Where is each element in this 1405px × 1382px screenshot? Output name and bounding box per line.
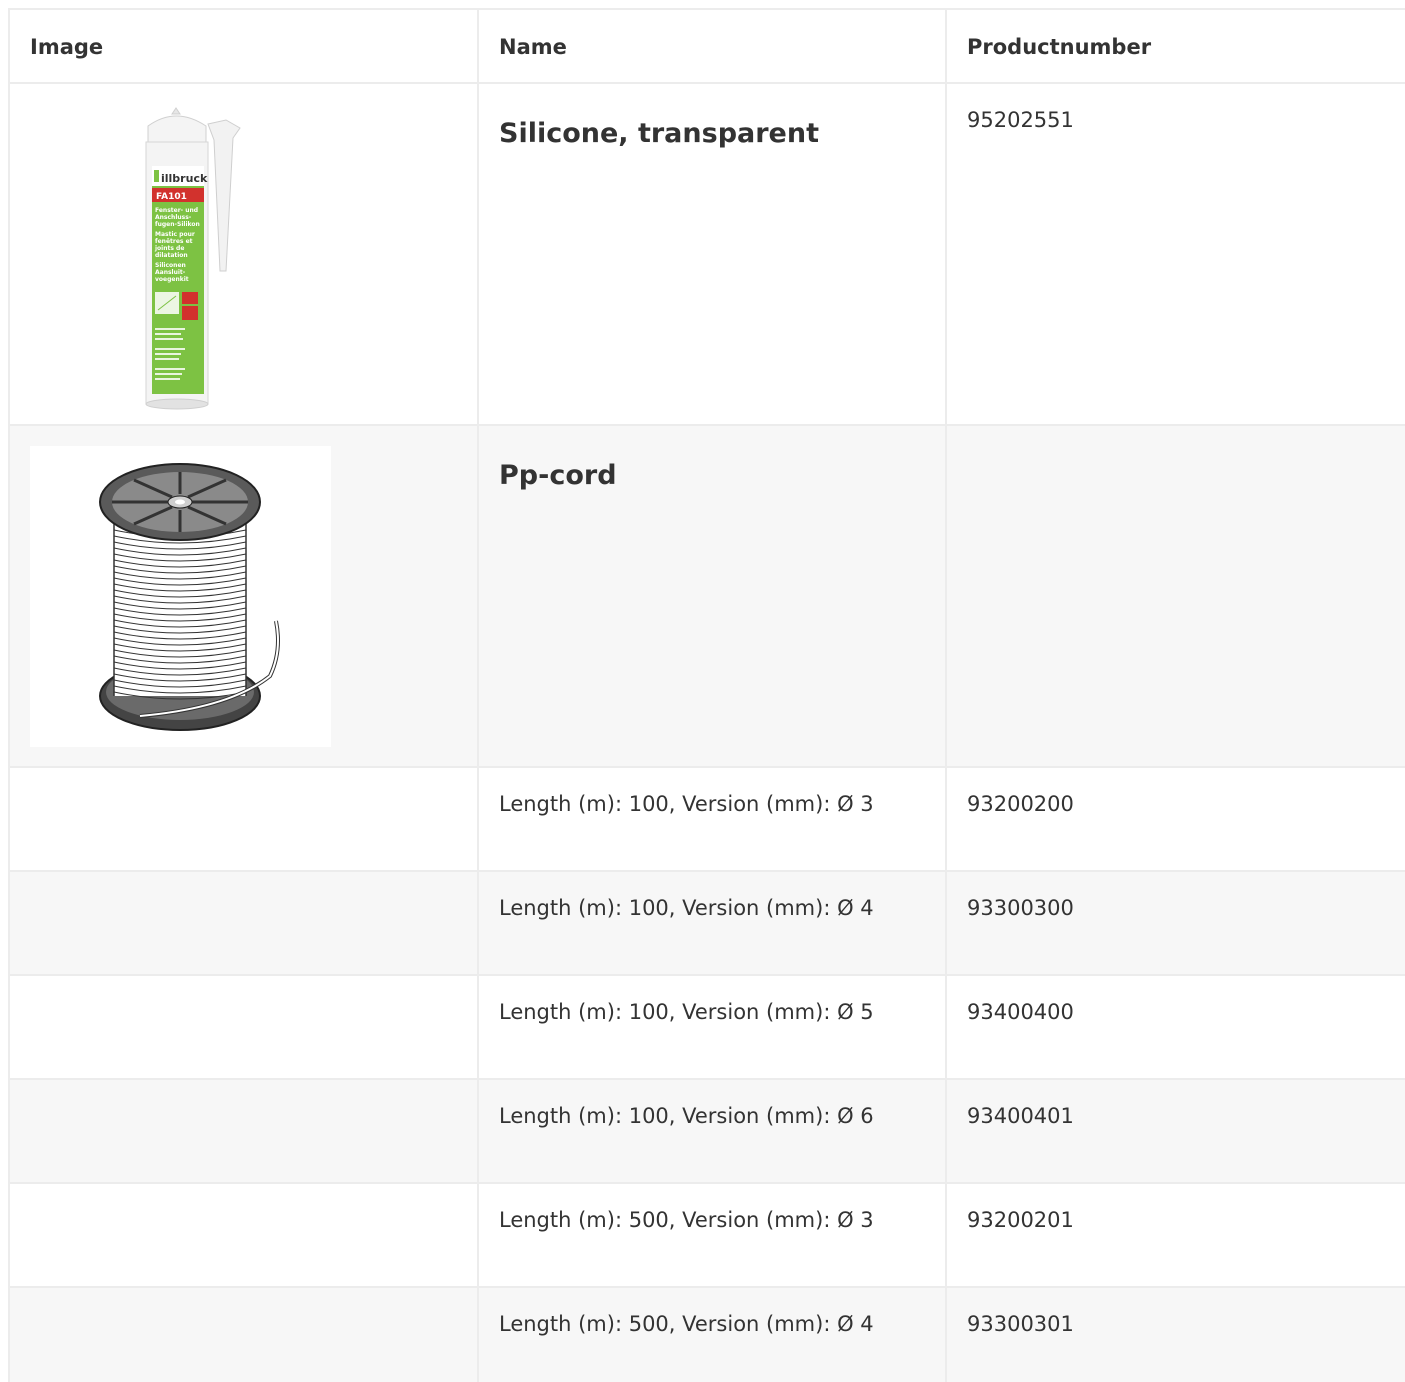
cartridge-label-line: Siliconen: [155, 262, 186, 269]
product-image-cell: illbruck FA101 Fenster- und Anschluss- f…: [8, 82, 479, 426]
variant-image-cell: [8, 1078, 479, 1184]
product-number: [945, 424, 1405, 768]
cartridge-label-line: fenêtres et: [155, 238, 193, 245]
variant-productnumber: 93300300: [945, 870, 1405, 976]
table-row-variant: Length (m): 500, Version (mm): Ø 3 93200…: [8, 1182, 1405, 1288]
cartridge-label-line: Anschluss-: [155, 214, 192, 221]
variant-productnumber: 93200200: [945, 766, 1405, 872]
silicone-cartridge-image[interactable]: illbruck FA101 Fenster- und Anschluss- f…: [30, 96, 330, 416]
cartridge-brand-text: illbruck: [161, 172, 208, 185]
table-row-product-silicone: illbruck FA101 Fenster- und Anschluss- f…: [8, 82, 1405, 426]
product-name[interactable]: Pp-cord: [477, 424, 947, 768]
variant-productnumber: 93200201: [945, 1182, 1405, 1288]
variant-image-cell: [8, 766, 479, 872]
variant-image-cell: [8, 870, 479, 976]
variant-name: Length (m): 100, Version (mm): Ø 6: [477, 1078, 947, 1184]
table-row-variant: Length (m): 100, Version (mm): Ø 4 93300…: [8, 870, 1405, 976]
product-table: Image Name Productnumber illbruck FA101 …: [8, 8, 1405, 1382]
variant-image-cell: [8, 1182, 479, 1288]
variant-productnumber: 93400401: [945, 1078, 1405, 1184]
table-row-variant: Length (m): 100, Version (mm): Ø 3 93200…: [8, 766, 1405, 872]
cartridge-label-line: voegenkit: [155, 276, 189, 283]
column-header-name: Name: [477, 8, 947, 84]
cartridge-label-line: fugen-Silikon: [155, 221, 200, 228]
table-row-variant: Length (m): 500, Version (mm): Ø 4 93300…: [8, 1286, 1405, 1382]
table-row-product-pp-cord: Pp-cord: [8, 424, 1405, 768]
cartridge-label-line: dilatation: [155, 252, 188, 259]
product-number: 95202551: [945, 82, 1405, 426]
product-name[interactable]: Silicone, transparent: [477, 82, 947, 426]
variant-name: Length (m): 100, Version (mm): Ø 3: [477, 766, 947, 872]
silicone-cartridge-icon: illbruck FA101 Fenster- und Anschluss- f…: [145, 107, 241, 410]
table-header-row: Image Name Productnumber: [8, 8, 1405, 84]
variant-productnumber: 93300301: [945, 1286, 1405, 1382]
variant-image-cell: [8, 974, 479, 1080]
variant-image-cell: [8, 1286, 479, 1382]
column-header-image: Image: [8, 8, 479, 84]
variant-productnumber: 93400400: [945, 974, 1405, 1080]
cord-spool-image[interactable]: [30, 446, 331, 747]
cartridge-label-line: Fenster- und: [155, 207, 198, 214]
cartridge-code-text: FA101: [156, 192, 187, 202]
cartridge-label-line: Aansluit-: [155, 269, 186, 276]
cartridge-label-line: joints de: [154, 245, 184, 252]
variant-name: Length (m): 100, Version (mm): Ø 5: [477, 974, 947, 1080]
table-row-variant: Length (m): 100, Version (mm): Ø 5 93400…: [8, 974, 1405, 1080]
table-row-variant: Length (m): 100, Version (mm): Ø 6 93400…: [8, 1078, 1405, 1184]
product-image-cell: [8, 424, 479, 768]
cord-spool-icon: [99, 463, 280, 731]
variant-name: Length (m): 100, Version (mm): Ø 4: [477, 870, 947, 976]
column-header-productnumber: Productnumber: [945, 8, 1405, 84]
variant-name: Length (m): 500, Version (mm): Ø 3: [477, 1182, 947, 1288]
cartridge-label-line: Mastic pour: [155, 231, 195, 238]
variant-name: Length (m): 500, Version (mm): Ø 4: [477, 1286, 947, 1382]
page: Image Name Productnumber illbruck FA101 …: [0, 0, 1405, 1382]
